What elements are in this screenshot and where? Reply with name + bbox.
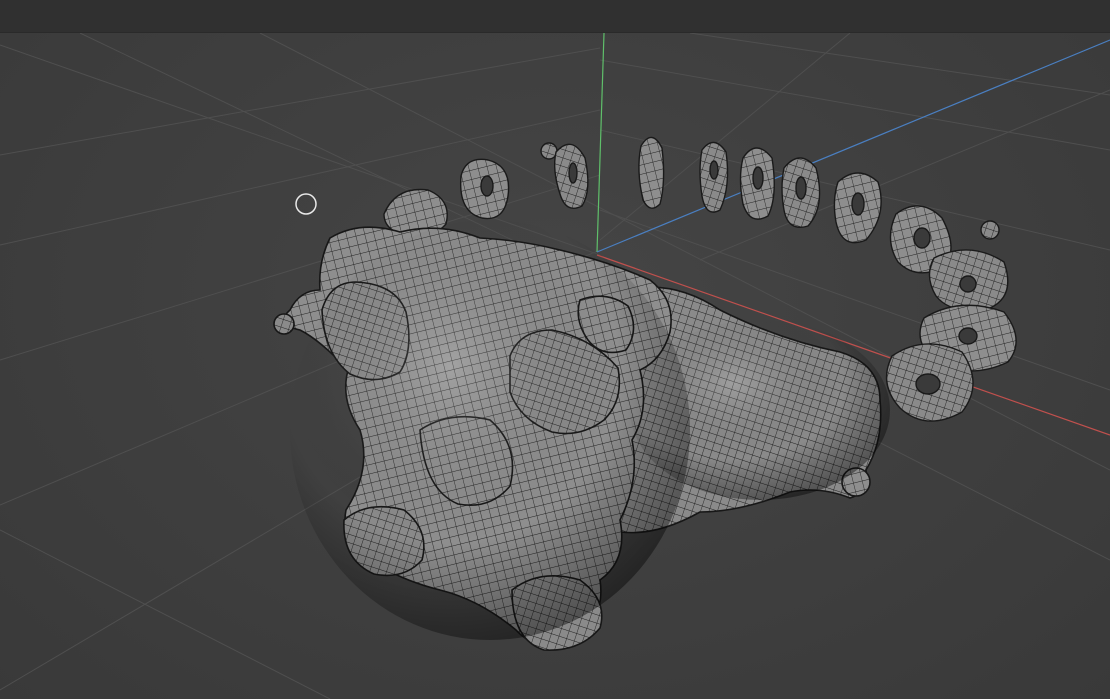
z-axis-line xyxy=(596,33,605,253)
viewport-canvas[interactable] xyxy=(0,33,1110,699)
brush-circle-cursor-icon[interactable] xyxy=(295,193,317,215)
sculpted-blob-mesh[interactable] xyxy=(273,226,882,651)
3d-viewport[interactable] xyxy=(0,33,1110,699)
viewport-header-bar[interactable] xyxy=(0,0,1110,33)
blender-app xyxy=(0,0,1110,699)
